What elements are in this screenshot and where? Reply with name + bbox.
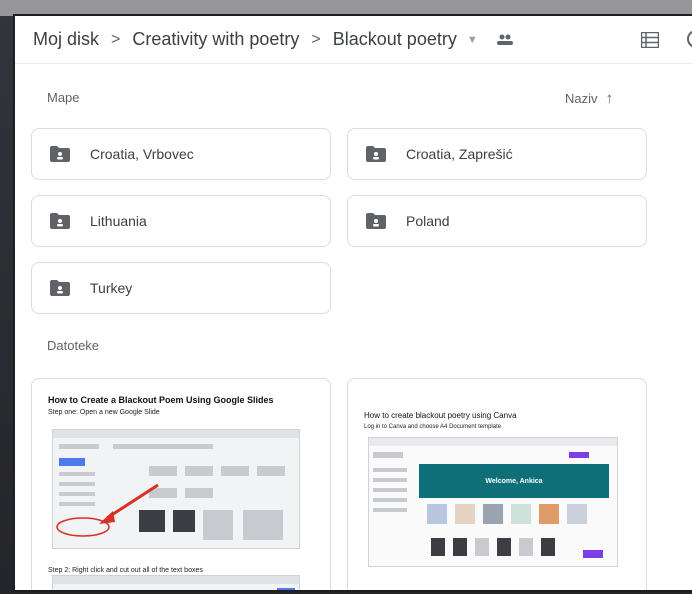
shared-folder-icon [50, 146, 70, 162]
thumbnail-subtitle: Log in to Canva and choose A4 Document t… [364, 424, 502, 430]
folder-name: Turkey [90, 280, 133, 296]
chevron-down-icon[interactable]: ▼ [467, 34, 478, 46]
file-thumbnail: How to create blackout poetry using Canv… [364, 395, 630, 590]
breadcrumb-parent[interactable]: Creativity with poetry [132, 29, 299, 50]
list-view-icon[interactable] [640, 31, 660, 53]
file-thumbnail: How to Create a Blackout Poem Using Goog… [48, 395, 314, 590]
arrow-up-icon[interactable]: ↑ [606, 90, 614, 107]
thumbnail-title: How to Create a Blackout Poem Using Goog… [48, 395, 274, 405]
drive-window: Moj disk > Creativity with poetry > Blac… [13, 14, 692, 592]
folder-name: Lithuania [90, 213, 147, 229]
folder-item[interactable]: Poland [347, 195, 647, 247]
thumbnail-screenshot-2 [52, 575, 300, 590]
sort-label: Naziv [565, 91, 598, 106]
shared-people-icon[interactable] [496, 33, 514, 47]
file-card[interactable]: How to create blackout poetry using Canv… [347, 378, 647, 590]
folder-item[interactable]: Lithuania [31, 195, 331, 247]
files-section-label: Datoteke [47, 338, 100, 353]
shared-folder-icon [366, 146, 386, 162]
thumbnail-step-two: Step 2: Right click and cut out all of t… [48, 567, 203, 574]
shared-folder-icon [50, 280, 70, 296]
breadcrumb-separator: > [311, 30, 321, 48]
shared-folder-icon [366, 213, 386, 229]
thumbnail-title: How to create blackout poetry using Canv… [364, 411, 517, 420]
folder-item[interactable]: Turkey [31, 262, 331, 314]
thumbnail-step-one: Step one: Open a new Google Slide [48, 409, 160, 416]
folder-name: Poland [406, 213, 450, 229]
breadcrumb-separator: > [111, 30, 121, 48]
file-card[interactable]: How to Create a Blackout Poem Using Goog… [31, 378, 331, 590]
breadcrumb: Moj disk > Creativity with poetry > Blac… [15, 16, 692, 64]
folders-section-label: Mape [47, 90, 80, 105]
folder-name: Croatia, Vrbovec [90, 146, 194, 162]
breadcrumb-current[interactable]: Blackout poetry [333, 29, 457, 50]
shared-folder-icon [50, 213, 70, 229]
thumbnail-banner: Welcome, Ankica [419, 464, 609, 498]
folder-item[interactable]: Croatia, Vrbovec [31, 128, 331, 180]
breadcrumb-root[interactable]: Moj disk [33, 29, 99, 50]
thumbnail-screenshot [52, 429, 300, 549]
sort-control[interactable]: Naziv ↑ [565, 90, 613, 107]
folder-item[interactable]: Croatia, Zaprešić [347, 128, 647, 180]
thumbnail-screenshot: Welcome, Ankica [368, 437, 618, 567]
folder-name: Croatia, Zaprešić [406, 146, 513, 162]
